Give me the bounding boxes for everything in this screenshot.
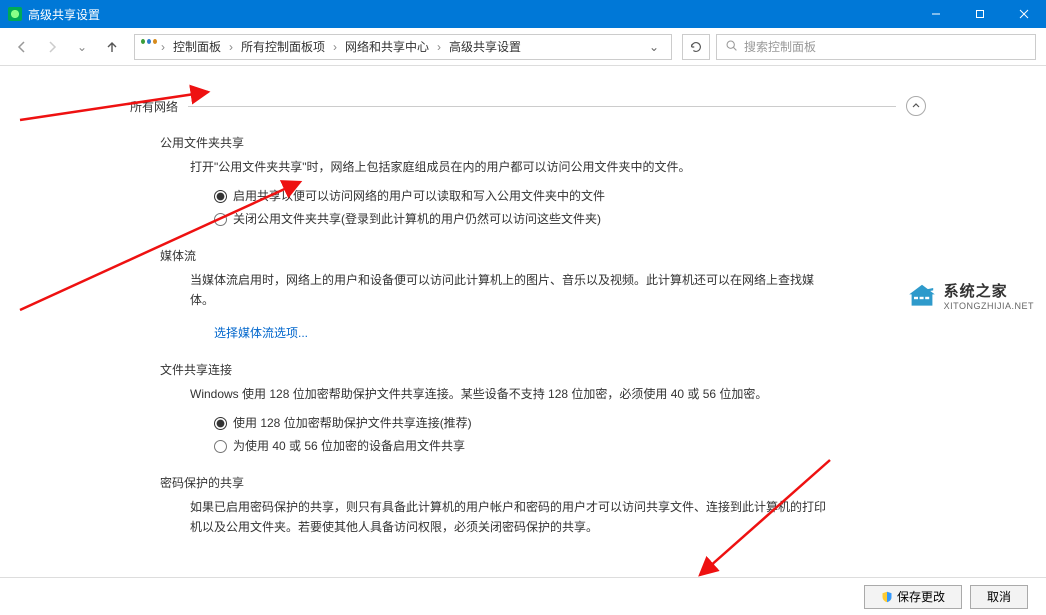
- back-button[interactable]: [10, 35, 34, 59]
- cancel-button-label: 取消: [987, 588, 1011, 605]
- save-button-label: 保存更改: [897, 588, 945, 605]
- radio-public-off-input[interactable]: [214, 213, 227, 226]
- breadcrumb-control-panel[interactable]: 控制面板: [169, 36, 225, 57]
- radio-128bit-label: 使用 128 位加密帮助保护文件共享连接(推荐): [233, 414, 472, 433]
- group-file-conn-title: 文件共享连接: [160, 361, 926, 378]
- radio-public-on-label: 启用共享以便可以访问网络的用户可以读取和写入公用文件夹中的文件: [233, 187, 605, 206]
- breadcrumb-network-center[interactable]: 网络和共享中心: [341, 36, 433, 57]
- search-icon: [725, 39, 738, 55]
- chevron-right-icon: ›: [435, 40, 443, 54]
- recent-button[interactable]: ⌄: [70, 35, 94, 59]
- navbar: ⌄ › 控制面板 › 所有控制面板项 › 网络和共享中心 › 高级共享设置 ⌄: [0, 28, 1046, 66]
- minimize-button[interactable]: [914, 0, 958, 28]
- radio-public-off[interactable]: 关闭公用文件夹共享(登录到此计算机的用户仍然可以访问这些文件夹): [214, 210, 830, 229]
- close-button[interactable]: [1002, 0, 1046, 28]
- save-button[interactable]: 保存更改: [864, 585, 962, 609]
- address-dropdown-icon[interactable]: ⌄: [643, 40, 665, 54]
- group-media-stream-title: 媒体流: [160, 247, 926, 264]
- content-area: 所有网络 公用文件夹共享 打开"公用文件夹共享"时，网络上包括家庭组成员在内的用…: [0, 66, 1046, 577]
- divider: [188, 106, 896, 107]
- chevron-right-icon: ›: [159, 40, 167, 54]
- radio-128bit[interactable]: 使用 128 位加密帮助保护文件共享连接(推荐): [214, 414, 830, 433]
- refresh-button[interactable]: [682, 34, 710, 60]
- public-folder-desc: 打开"公用文件夹共享"时，网络上包括家庭组成员在内的用户都可以访问公用文件夹中的…: [190, 157, 830, 177]
- forward-button[interactable]: [40, 35, 64, 59]
- window-icon: [8, 7, 22, 21]
- radio-40bit-label: 为使用 40 或 56 位加密的设备启用文件共享: [233, 437, 465, 456]
- media-stream-desc: 当媒体流启用时，网络上的用户和设备便可以访问此计算机上的图片、音乐以及视频。此计…: [190, 270, 830, 311]
- group-password-body: 如果已启用密码保护的共享，则只有具备此计算机的用户帐户和密码的用户才可以访问共享…: [190, 497, 830, 538]
- breadcrumb-all-items[interactable]: 所有控制面板项: [237, 36, 329, 57]
- shield-icon: [881, 591, 893, 603]
- radio-public-on[interactable]: 启用共享以便可以访问网络的用户可以读取和写入公用文件夹中的文件: [214, 187, 830, 206]
- search-box[interactable]: [716, 34, 1036, 60]
- group-public-folder-body: 打开"公用文件夹共享"时，网络上包括家庭组成员在内的用户都可以访问公用文件夹中的…: [190, 157, 830, 229]
- section-title: 所有网络: [130, 98, 178, 115]
- up-button[interactable]: [100, 35, 124, 59]
- titlebar-left: 高级共享设置: [8, 6, 100, 23]
- maximize-button[interactable]: [958, 0, 1002, 28]
- file-conn-desc: Windows 使用 128 位加密帮助保护文件共享连接。某些设备不支持 128…: [190, 384, 830, 404]
- titlebar: 高级共享设置: [0, 0, 1046, 28]
- radio-public-on-input[interactable]: [214, 190, 227, 203]
- chevron-right-icon: ›: [227, 40, 235, 54]
- chevron-right-icon: ›: [331, 40, 339, 54]
- group-public-folder-title: 公用文件夹共享: [160, 134, 926, 151]
- footer: 保存更改 取消: [0, 577, 1046, 615]
- radio-40bit[interactable]: 为使用 40 或 56 位加密的设备启用文件共享: [214, 437, 830, 456]
- media-stream-link[interactable]: 选择媒体流选项...: [214, 323, 308, 343]
- search-input[interactable]: [744, 40, 1027, 54]
- collapse-toggle[interactable]: [906, 96, 926, 116]
- password-desc: 如果已启用密码保护的共享，则只有具备此计算机的用户帐户和密码的用户才可以访问共享…: [190, 497, 830, 538]
- group-file-conn-body: Windows 使用 128 位加密帮助保护文件共享连接。某些设备不支持 128…: [190, 384, 830, 456]
- radio-128bit-input[interactable]: [214, 417, 227, 430]
- address-bar[interactable]: › 控制面板 › 所有控制面板项 › 网络和共享中心 › 高级共享设置 ⌄: [134, 34, 672, 60]
- section-all-networks: 所有网络: [130, 96, 926, 116]
- radio-40bit-input[interactable]: [214, 440, 227, 453]
- cancel-button[interactable]: 取消: [970, 585, 1028, 609]
- window-controls: [914, 0, 1046, 28]
- control-panel-icon: [141, 39, 157, 55]
- group-media-stream-body: 当媒体流启用时，网络上的用户和设备便可以访问此计算机上的图片、音乐以及视频。此计…: [190, 270, 830, 343]
- breadcrumb-advanced-sharing[interactable]: 高级共享设置: [445, 36, 525, 57]
- window-title: 高级共享设置: [28, 6, 100, 23]
- radio-public-off-label: 关闭公用文件夹共享(登录到此计算机的用户仍然可以访问这些文件夹): [233, 210, 601, 229]
- group-password-title: 密码保护的共享: [160, 474, 926, 491]
